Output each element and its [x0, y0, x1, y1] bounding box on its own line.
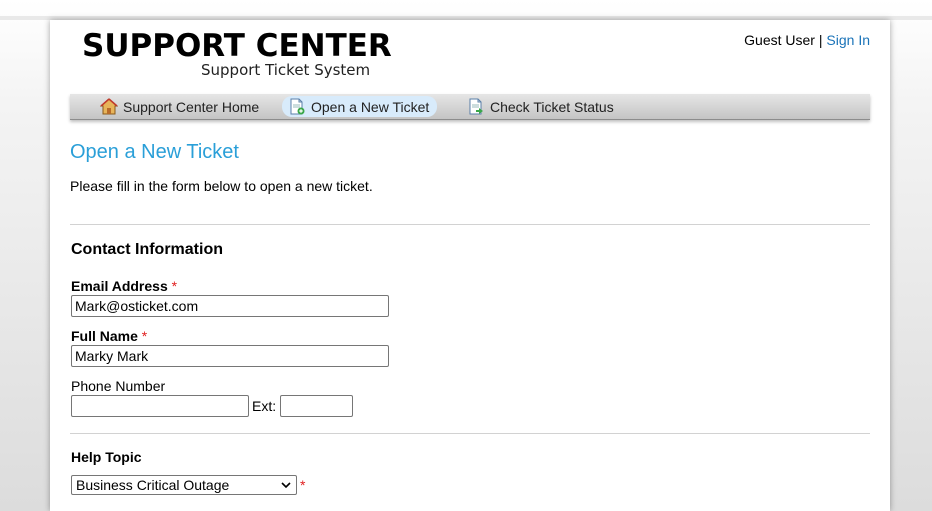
page-intro: Please fill in the form below to open a … — [70, 178, 373, 194]
help-topic-required-mark: * — [300, 477, 306, 493]
required-mark: * — [171, 278, 178, 294]
full-name-field[interactable] — [71, 345, 389, 367]
user-separator: | — [818, 32, 823, 48]
chevron-down-icon — [280, 477, 292, 497]
sign-in-link[interactable]: Sign In — [826, 32, 870, 48]
help-topic-selected: Business Critical Outage — [76, 477, 230, 493]
page-container: SUPPORT CENTER Support Ticket System Gue… — [50, 20, 890, 511]
help-topic-select[interactable]: Business Critical Outage — [71, 475, 297, 495]
divider — [70, 433, 870, 434]
phone-label: Phone Number — [71, 378, 166, 394]
ext-label: Ext: — [252, 398, 277, 414]
user-info: Guest User | Sign In — [744, 32, 870, 48]
home-icon — [100, 98, 118, 115]
ticket-status-icon — [467, 98, 485, 115]
new-ticket-icon — [288, 98, 306, 115]
main-nav: Support Center Home Open a New Ticket Ch… — [70, 94, 870, 120]
nav-label-home: Support Center Home — [123, 98, 260, 115]
required-mark: * — [141, 328, 148, 344]
nav-item-home[interactable]: Support Center Home — [94, 96, 267, 117]
email-field[interactable] — [71, 295, 389, 317]
help-topic-title: Help Topic — [71, 449, 142, 465]
nav-item-check-status[interactable]: Check Ticket Status — [461, 96, 622, 117]
contact-section-title: Contact Information — [71, 241, 223, 258]
nav-item-new-ticket[interactable]: Open a New Ticket — [282, 96, 438, 117]
nav-label-check-status: Check Ticket Status — [490, 98, 614, 115]
divider — [70, 224, 870, 225]
logo-title: SUPPORT CENTER — [82, 28, 392, 64]
guest-user-label: Guest User — [744, 32, 815, 48]
nav-label-new-ticket: Open a New Ticket — [311, 98, 430, 115]
phone-ext-field[interactable] — [280, 395, 353, 417]
email-label-text: Email Address — [71, 278, 168, 294]
full-name-label: Full Name * — [71, 328, 147, 344]
page-title: Open a New Ticket — [70, 141, 239, 163]
logo-subtitle: Support Ticket System — [201, 61, 371, 79]
phone-field[interactable] — [71, 395, 249, 417]
email-label: Email Address * — [71, 278, 177, 294]
full-name-label-text: Full Name — [71, 328, 138, 344]
